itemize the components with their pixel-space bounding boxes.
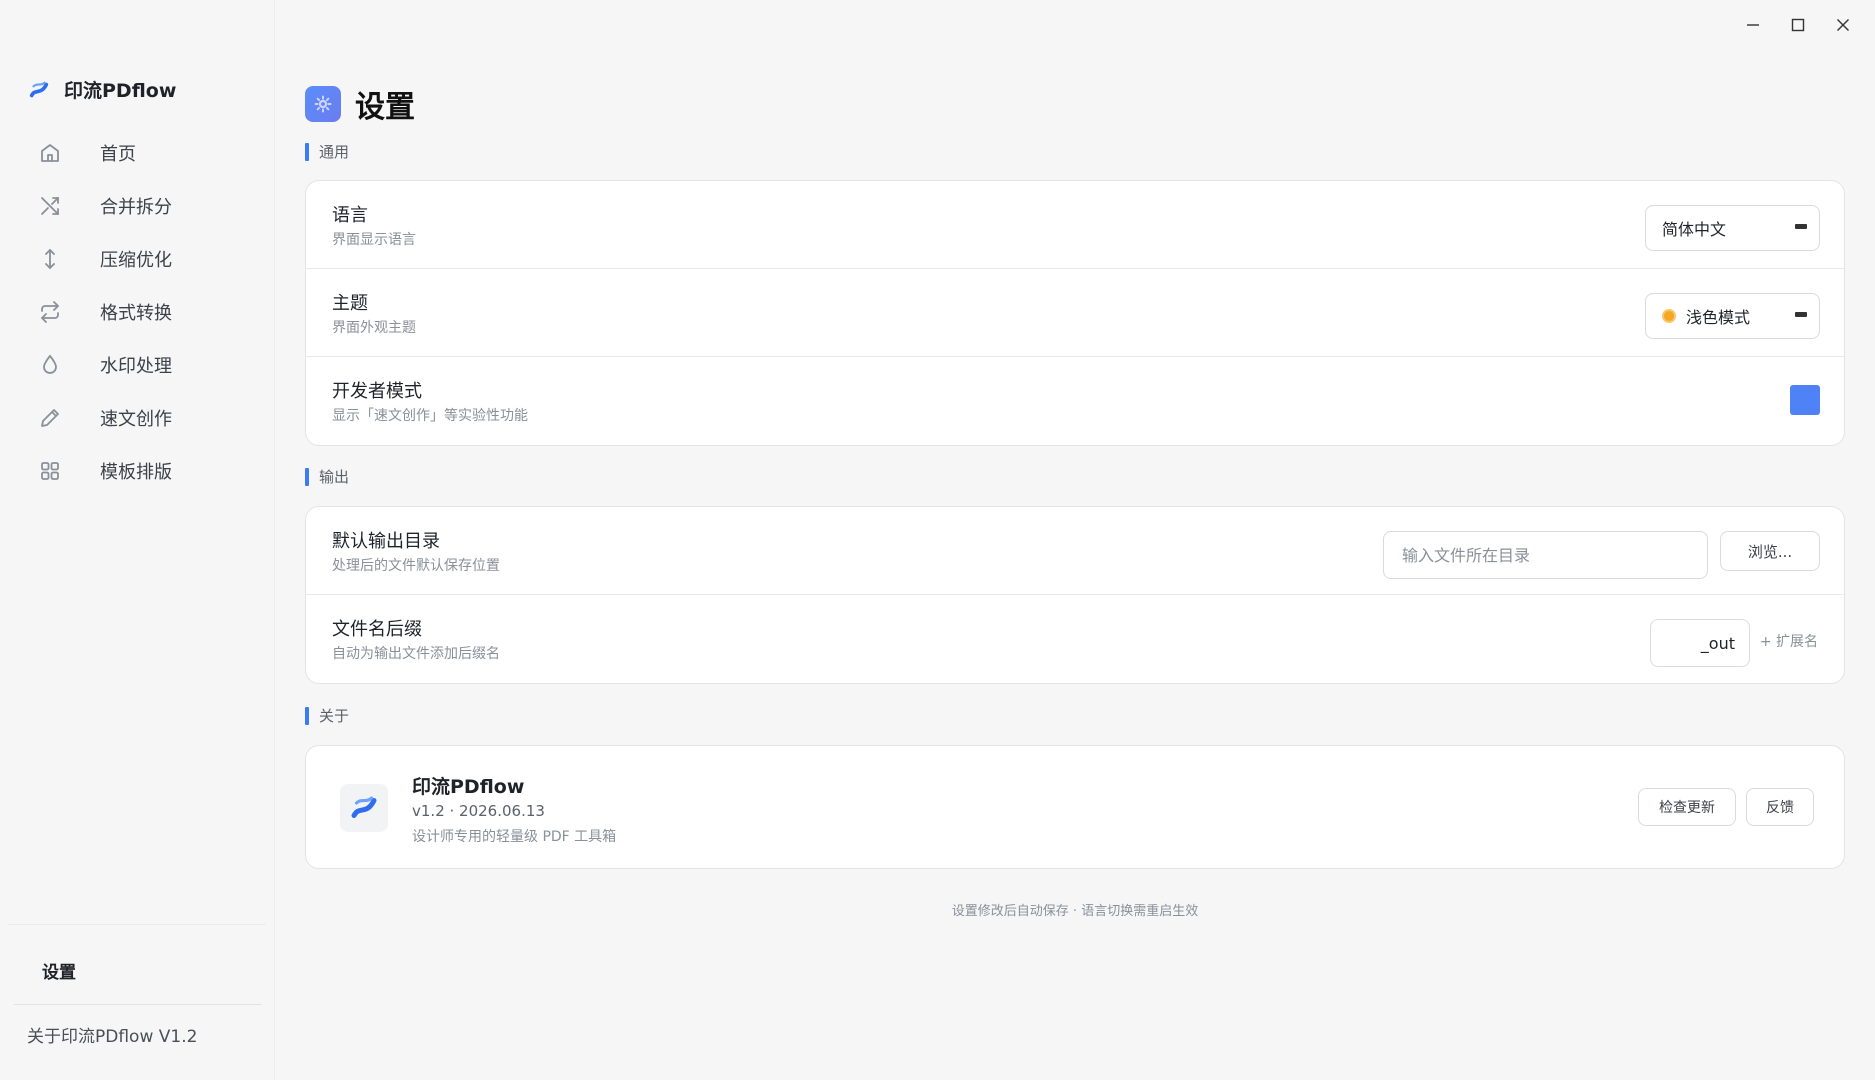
- home-icon: [38, 141, 62, 165]
- language-value: 简体中文: [1662, 220, 1727, 239]
- output-directory-title: 默认输出目录: [332, 531, 440, 552]
- sidebar-item-label: 合并拆分: [100, 196, 172, 218]
- page-header: 设置: [305, 82, 415, 126]
- app-name: 印流PDflow: [64, 80, 177, 102]
- grid-icon: [38, 459, 62, 483]
- repeat-icon: [38, 300, 62, 324]
- output-directory-row: 默认输出目录 处理后的文件默认保存位置 浏览...: [306, 507, 1844, 595]
- sidebar-divider: [14, 1004, 262, 1005]
- sidebar-item-label: 速文创作: [100, 408, 172, 430]
- vertical-arrows-icon: [38, 247, 62, 271]
- feedback-button[interactable]: 反馈: [1746, 788, 1814, 826]
- output-directory-input[interactable]: [1383, 531, 1708, 579]
- page-title: 设置: [355, 90, 415, 125]
- section-title: 关于: [319, 707, 350, 725]
- sidebar-item-watermark[interactable]: 水印处理: [24, 338, 264, 391]
- sidebar-item-home[interactable]: 首页: [24, 126, 264, 179]
- section-accent-bar: [305, 142, 309, 161]
- sidebar-divider: [8, 924, 266, 925]
- window-controls: [1730, 10, 1865, 40]
- language-title: 语言: [332, 205, 368, 226]
- language-select[interactable]: 简体中文: [1645, 205, 1820, 251]
- about-card: 印流PDflow v1.2 · 2026.06.13 设计师专用的轻量级 PDF…: [305, 745, 1845, 869]
- developer-mode-title: 开发者模式: [332, 381, 422, 402]
- section-accent-bar: [305, 467, 309, 486]
- sidebar-item-compress[interactable]: 压缩优化: [24, 232, 264, 285]
- extension-note: + 扩展名: [1759, 634, 1818, 650]
- about-app-name: 印流PDflow: [412, 776, 525, 798]
- sun-icon: [1662, 309, 1676, 323]
- sidebar-nav: 首页 合并拆分 压缩优化 格式转换 水印处理 速文创作 模板排版: [24, 126, 264, 497]
- about-app-version: v1.2 · 2026.06.13: [412, 802, 545, 820]
- close-icon[interactable]: [1820, 10, 1865, 40]
- sidebar-item-settings[interactable]: 设置: [42, 958, 76, 983]
- sidebar-item-convert[interactable]: 格式转换: [24, 285, 264, 338]
- section-title: 输出: [319, 468, 350, 486]
- about-app-desc: 设计师专用的轻量级 PDF 工具箱: [412, 829, 617, 845]
- theme-select[interactable]: 浅色模式: [1645, 293, 1820, 339]
- filename-suffix-input[interactable]: [1650, 619, 1750, 667]
- section-title: 通用: [319, 143, 350, 161]
- section-label-output: 输出: [305, 466, 349, 487]
- section-label-general: 通用: [305, 141, 349, 162]
- sidebar-item-label: 压缩优化: [100, 249, 172, 271]
- brand: 印流PDflow: [28, 76, 176, 103]
- sidebar-item-label: 格式转换: [100, 302, 172, 324]
- minimize-icon[interactable]: [1730, 10, 1775, 40]
- sidebar-item-label: 首页: [100, 143, 136, 165]
- footer-note: 设置修改后自动保存 · 语言切换需重启生效: [951, 904, 1199, 919]
- settings-gear-icon: [305, 86, 341, 122]
- section-label-about: 关于: [305, 705, 349, 726]
- sidebar-item-label: 水印处理: [100, 355, 172, 377]
- sidebar-about-link[interactable]: 关于印流PDflow V1.2: [27, 1022, 197, 1047]
- app-logo-icon: [340, 784, 388, 832]
- sidebar-item-label: 模板排版: [100, 461, 172, 483]
- sidebar: 印流PDflow 首页 合并拆分 压缩优化 格式转换 水印处理 速文创作 模板排…: [0, 0, 275, 1080]
- sidebar-item-template[interactable]: 模板排版: [24, 444, 264, 497]
- section-accent-bar: [305, 706, 309, 725]
- maximize-icon[interactable]: [1775, 10, 1820, 40]
- theme-desc: 界面外观主题: [332, 320, 416, 336]
- browse-button[interactable]: 浏览...: [1720, 531, 1820, 571]
- output-directory-desc: 处理后的文件默认保存位置: [332, 558, 500, 574]
- general-settings-card: 语言 界面显示语言 简体中文 主题 界面外观主题 浅色模式 开发者模式 显示「速…: [305, 180, 1845, 446]
- sidebar-item-merge-split[interactable]: 合并拆分: [24, 179, 264, 232]
- developer-mode-desc: 显示「速文创作」等实验性功能: [332, 408, 528, 424]
- app-logo-icon: [29, 81, 49, 97]
- sidebar-item-writing[interactable]: 速文创作: [24, 391, 264, 444]
- output-settings-card: 默认输出目录 处理后的文件默认保存位置 浏览... 文件名后缀 自动为输出文件添…: [305, 506, 1845, 684]
- check-update-button[interactable]: 检查更新: [1638, 788, 1736, 826]
- dropdown-caret-icon: [1795, 312, 1807, 317]
- dropdown-caret-icon: [1795, 224, 1807, 229]
- language-row: 语言 界面显示语言 简体中文: [306, 181, 1844, 269]
- developer-mode-checkbox[interactable]: [1790, 385, 1820, 415]
- theme-row: 主题 界面外观主题 浅色模式: [306, 269, 1844, 357]
- droplet-icon: [38, 353, 62, 377]
- language-desc: 界面显示语言: [332, 232, 416, 248]
- filename-suffix-title: 文件名后缀: [332, 619, 422, 640]
- filename-suffix-desc: 自动为输出文件添加后缀名: [332, 646, 500, 662]
- pen-icon: [38, 406, 62, 430]
- theme-title: 主题: [332, 293, 368, 314]
- shuffle-icon: [38, 194, 62, 218]
- theme-value: 浅色模式: [1686, 308, 1751, 327]
- filename-suffix-row: 文件名后缀 自动为输出文件添加后缀名 + 扩展名: [306, 595, 1844, 683]
- developer-mode-row: 开发者模式 显示「速文创作」等实验性功能: [306, 357, 1844, 445]
